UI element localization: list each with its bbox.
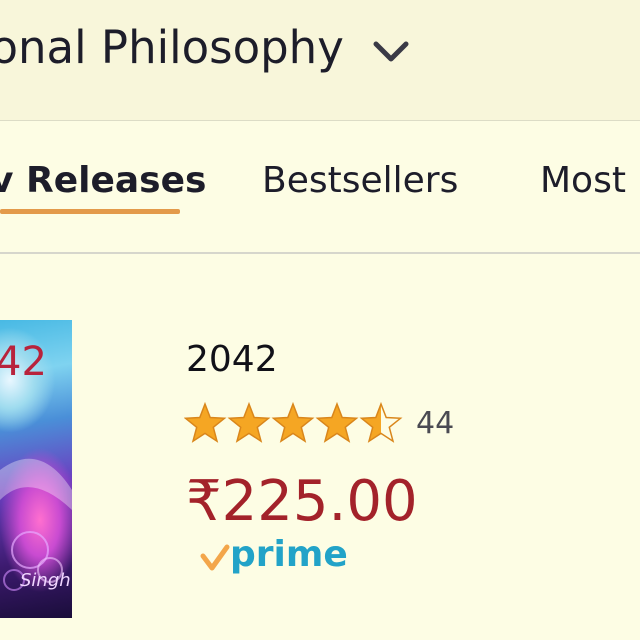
tab-bar: v Releases Bestsellers Most <box>0 121 640 254</box>
tab-label: Most <box>540 160 626 201</box>
category-header[interactable]: ional Philosophy <box>0 0 640 121</box>
chevron-down-icon[interactable] <box>372 38 410 66</box>
star-icon <box>184 403 226 442</box>
book-cover-image[interactable]: 42 Singh <box>0 320 72 618</box>
checkmark-icon <box>200 544 230 571</box>
product-price: ₹225.00 <box>186 469 418 534</box>
rating-count[interactable]: 44 <box>416 406 454 442</box>
star-rating-icon <box>184 403 402 442</box>
prime-badge: prime <box>200 532 350 582</box>
cover-title: 42 <box>0 339 47 385</box>
half-star-icon <box>360 403 402 442</box>
star-icon <box>316 403 358 442</box>
tab-new-releases[interactable]: v Releases <box>0 157 206 205</box>
star-icon <box>228 403 270 442</box>
tab-label: v Releases <box>0 160 207 201</box>
star-rating[interactable]: 44 <box>184 400 454 446</box>
tab-label: Bestsellers <box>262 160 459 201</box>
prime-label: prime <box>230 534 348 575</box>
cover-author: Singh <box>20 570 71 591</box>
product-title[interactable]: 2042 <box>186 338 278 382</box>
category-title: ional Philosophy <box>0 21 344 74</box>
tab-selected-indicator <box>0 209 180 214</box>
star-icon <box>272 403 314 442</box>
tab-bestsellers[interactable]: Bestsellers <box>262 157 458 205</box>
tab-most[interactable]: Most <box>540 157 626 205</box>
